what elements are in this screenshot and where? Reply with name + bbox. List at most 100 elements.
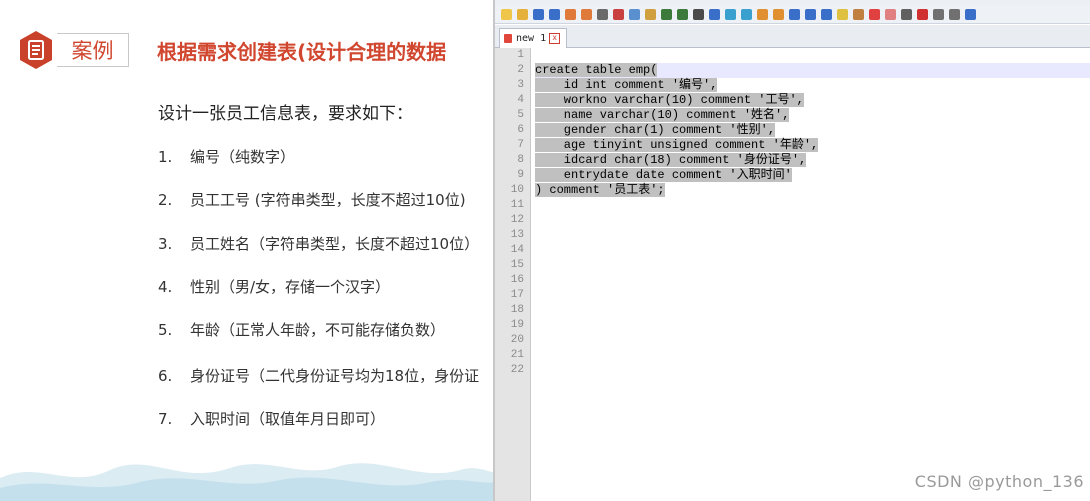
requirement-number: 3. xyxy=(158,235,173,253)
code-line: workno varchar(10) comment '工号', xyxy=(535,93,804,108)
play-multi-icon[interactable] xyxy=(949,8,960,20)
code-line: create table emp( xyxy=(535,63,658,78)
code-line: gender char(1) comment '性别', xyxy=(535,123,776,138)
replace-icon[interactable] xyxy=(709,8,720,20)
paste-icon[interactable] xyxy=(645,8,656,20)
code-line: id int comment '编号', xyxy=(535,78,718,93)
requirement-item: 3. 员工姓名（字符串类型，长度不超过10位） xyxy=(158,233,479,254)
line-number: 11 xyxy=(510,199,524,211)
line-number: 22 xyxy=(510,364,524,376)
close-icon[interactable] xyxy=(565,8,576,20)
code-text: gender char(1) comment '性别', xyxy=(535,123,776,137)
close-all-icon[interactable] xyxy=(581,8,592,20)
tab-new-1[interactable]: new 1 x xyxy=(499,28,568,48)
folder-icon[interactable] xyxy=(869,8,880,20)
save-macro-icon[interactable] xyxy=(965,8,976,20)
toolbar xyxy=(495,5,1090,24)
code-line: ) comment '员工表'; xyxy=(535,183,665,198)
requirement-text: 入职时间（取值年月日即可） xyxy=(190,410,386,428)
line-number: 17 xyxy=(510,289,524,301)
requirement-text: 性别（男/女，存储一个汉字） xyxy=(190,278,391,296)
sync-v-icon[interactable] xyxy=(757,8,768,20)
code-text: create table emp( xyxy=(535,63,658,77)
requirement-item: 2. 员工工号 (字符串类型，长度不超过10位) xyxy=(158,189,466,210)
requirement-item: 1. 编号（纯数字） xyxy=(158,146,295,167)
requirement-number: 1. xyxy=(158,148,173,166)
zoom-in-icon[interactable] xyxy=(725,8,736,20)
line-number: 8 xyxy=(517,154,524,166)
sync-h-icon[interactable] xyxy=(773,8,784,20)
stop-icon[interactable] xyxy=(917,8,928,20)
requirement-item: 7. 入职时间（取值年月日即可） xyxy=(158,408,385,429)
code-line: entrydate date comment '入职时间' xyxy=(535,168,792,183)
code-text: ) comment '员工表'; xyxy=(535,183,665,197)
line-number: 13 xyxy=(510,229,524,241)
redo-icon[interactable] xyxy=(677,8,688,20)
line-number-gutter: 1 2 3 4 5 6 7 8 9 10 11 12 13 14 15 16 1… xyxy=(495,48,531,501)
requirement-item: 6. 身份证号（二代身份证号均为18位，身份证 xyxy=(158,365,479,386)
line-number: 12 xyxy=(510,214,524,226)
line-number: 5 xyxy=(517,109,524,121)
play-icon[interactable] xyxy=(933,8,944,20)
line-number: 9 xyxy=(517,169,524,181)
line-number: 1 xyxy=(517,49,524,61)
line-number: 20 xyxy=(510,334,524,346)
requirement-item: 4. 性别（男/女，存储一个汉字） xyxy=(158,276,390,297)
requirement-number: 4. xyxy=(158,278,173,296)
code-text: age tinyint unsigned comment '年龄', xyxy=(535,138,819,152)
record-icon[interactable] xyxy=(901,8,912,20)
requirement-text: 员工工号 (字符串类型，长度不超过10位) xyxy=(190,191,466,209)
line-number: 15 xyxy=(510,259,524,271)
code-line: name varchar(10) comment '姓名', xyxy=(535,108,790,123)
slide-title: 根据需求创建表(设计合理的数据 xyxy=(157,40,447,64)
requirement-item: 5. 年龄（正常人年龄，不可能存储负数） xyxy=(158,319,445,340)
requirement-number: 2. xyxy=(158,191,173,209)
code-text: idcard char(18) comment '身份证号', xyxy=(535,153,807,167)
save-icon[interactable] xyxy=(533,8,544,20)
case-hexagon-icon xyxy=(20,31,52,69)
code-text: id int comment '编号', xyxy=(535,78,718,92)
code-text: entrydate date comment '入职时间' xyxy=(535,168,792,182)
undo-icon[interactable] xyxy=(661,8,672,20)
function-list-icon[interactable] xyxy=(853,8,864,20)
code-text: name varchar(10) comment '姓名', xyxy=(535,108,790,122)
doc-map-icon[interactable] xyxy=(837,8,848,20)
line-number: 21 xyxy=(510,349,524,361)
requirement-number: 6. xyxy=(158,367,173,385)
notepad-editor-window: new 1 x 1 2 3 4 5 6 7 8 9 10 11 12 13 14… xyxy=(493,0,1090,501)
requirement-number: 5. xyxy=(158,321,173,339)
monitor-icon[interactable] xyxy=(885,8,896,20)
line-number: 19 xyxy=(510,319,524,331)
line-number: 3 xyxy=(517,79,524,91)
find-icon[interactable] xyxy=(693,8,704,20)
watermark: CSDN @python_136 xyxy=(914,472,1084,491)
tab-bar: new 1 x xyxy=(495,25,1090,48)
all-chars-icon[interactable] xyxy=(805,8,816,20)
tab-close-icon[interactable]: x xyxy=(549,33,561,44)
copy-icon[interactable] xyxy=(629,8,640,20)
requirement-text: 编号（纯数字） xyxy=(190,148,296,166)
case-label: 案例 xyxy=(57,33,129,67)
cut-icon[interactable] xyxy=(613,8,624,20)
code-line: idcard char(18) comment '身份证号', xyxy=(535,153,807,168)
line-number: 2 xyxy=(517,64,524,76)
requirement-text: 员工姓名（字符串类型，长度不超过10位） xyxy=(190,235,480,253)
indent-guide-icon[interactable] xyxy=(821,8,832,20)
line-number: 10 xyxy=(510,184,524,196)
save-all-icon[interactable] xyxy=(549,8,560,20)
line-number: 7 xyxy=(517,139,524,151)
slide-subtitle: 设计一张员工信息表，要求如下： xyxy=(158,104,413,124)
code-line: age tinyint unsigned comment '年龄', xyxy=(535,138,819,153)
wrap-icon[interactable] xyxy=(789,8,800,20)
new-file-icon[interactable] xyxy=(501,8,512,20)
requirement-text: 年龄（正常人年龄，不可能存储负数） xyxy=(190,321,446,339)
tab-label: new 1 xyxy=(516,33,547,44)
line-number: 6 xyxy=(517,124,524,136)
line-number: 4 xyxy=(517,94,524,106)
requirement-text: 身份证号（二代身份证号均为18位，身份证 xyxy=(190,367,480,385)
requirement-number: 7. xyxy=(158,410,173,428)
open-icon[interactable] xyxy=(517,8,528,20)
print-icon[interactable] xyxy=(597,8,608,20)
code-text: workno varchar(10) comment '工号', xyxy=(535,93,804,107)
zoom-out-icon[interactable] xyxy=(741,8,752,20)
